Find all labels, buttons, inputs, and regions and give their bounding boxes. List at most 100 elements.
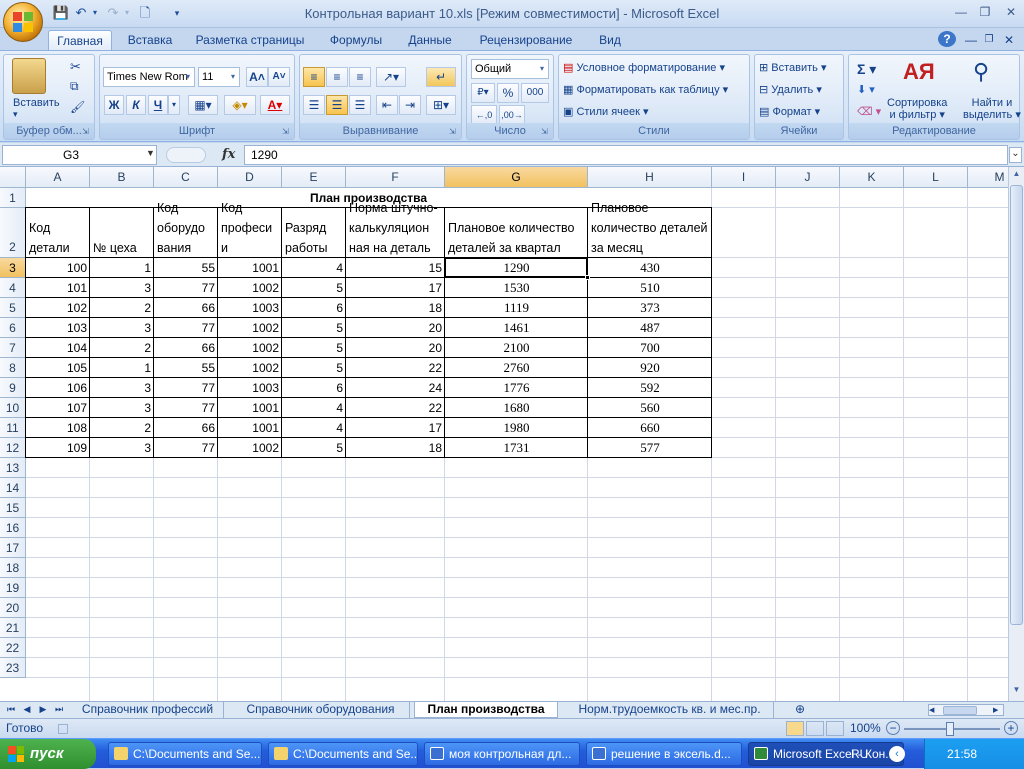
clear-icon[interactable]: ⌫ ▾ xyxy=(857,105,881,118)
conditional-format-button[interactable]: ▤ Условное форматирование ▾ xyxy=(563,61,725,74)
delete-cells-button[interactable]: ⊟ Удалить ▾ xyxy=(759,83,822,96)
align-left-icon[interactable]: ☰ xyxy=(303,95,325,115)
cell-c6[interactable]: 77 xyxy=(154,318,218,338)
tab-formulas[interactable]: Формулы xyxy=(320,30,392,50)
scroll-left-icon[interactable]: ◀ xyxy=(929,705,939,716)
column-header-a[interactable]: A xyxy=(26,167,90,188)
cell-f8[interactable]: 22 xyxy=(346,358,445,378)
scroll-down-icon[interactable]: ▼ xyxy=(1010,685,1023,697)
help-icon[interactable]: ? xyxy=(938,31,956,47)
column-header-d[interactable]: D xyxy=(218,167,282,188)
insert-cells-button[interactable]: ⊞ Вставить ▾ xyxy=(759,61,827,74)
row-header-18[interactable]: 18 xyxy=(0,558,26,578)
autosum-icon[interactable]: Σ ▾ xyxy=(857,61,876,78)
format-as-table-button[interactable]: ▦ Форматировать как таблицу ▾ xyxy=(563,83,728,96)
cell-a5[interactable]: 102 xyxy=(26,298,90,318)
cell-b6[interactable]: 3 xyxy=(90,318,154,338)
cell-g7[interactable]: 2100 xyxy=(445,338,588,358)
cell-h9[interactable]: 592 xyxy=(588,378,712,398)
row-header-9[interactable]: 9 xyxy=(0,378,26,398)
font-name-combo[interactable]: Times New Rom ▾ xyxy=(103,67,195,87)
zoom-slider-thumb[interactable] xyxy=(946,722,954,736)
taskbar-item-excel[interactable]: Microsoft Excel - Кон... xyxy=(748,742,904,766)
normal-view-icon[interactable] xyxy=(786,721,804,736)
percent-icon[interactable]: % xyxy=(497,83,519,103)
align-middle-icon[interactable]: ≡ xyxy=(326,67,348,87)
cell-b12[interactable]: 3 xyxy=(90,438,154,458)
row-header-23[interactable]: 23 xyxy=(0,658,26,678)
cell-c11[interactable]: 66 xyxy=(154,418,218,438)
cell-d8[interactable]: 1002 xyxy=(218,358,282,378)
last-sheet-icon[interactable]: ⏭ xyxy=(52,702,66,718)
orientation-icon[interactable]: ↗▾ xyxy=(376,67,406,87)
row-header-20[interactable]: 20 xyxy=(0,598,26,618)
cell-h11[interactable]: 660 xyxy=(588,418,712,438)
clipboard-launcher-icon[interactable]: ⇲ xyxy=(82,127,92,137)
cell-c3[interactable]: 55 xyxy=(154,258,218,278)
cell-f7[interactable]: 20 xyxy=(346,338,445,358)
next-sheet-icon[interactable]: ▶ xyxy=(36,702,50,718)
cell-e12[interactable]: 5 xyxy=(282,438,346,458)
select-all-corner[interactable] xyxy=(0,167,26,188)
cell-d11[interactable]: 1001 xyxy=(218,418,282,438)
cell-a11[interactable]: 108 xyxy=(26,418,90,438)
cell-a9[interactable]: 106 xyxy=(26,378,90,398)
cell-h10[interactable]: 560 xyxy=(588,398,712,418)
column-header-f[interactable]: F xyxy=(346,167,445,188)
column-header-b[interactable]: B xyxy=(90,167,154,188)
cell-d12[interactable]: 1002 xyxy=(218,438,282,458)
horizontal-scrollbar[interactable]: ◀ ▶ xyxy=(928,704,1004,716)
cell-b10[interactable]: 3 xyxy=(90,398,154,418)
column-header-e[interactable]: E xyxy=(282,167,346,188)
cut-icon[interactable]: ✂ xyxy=(70,59,81,75)
cell-f5[interactable]: 18 xyxy=(346,298,445,318)
cell-a7[interactable]: 104 xyxy=(26,338,90,358)
row-header-14[interactable]: 14 xyxy=(0,478,26,498)
row-header-1[interactable]: 1 xyxy=(0,188,26,208)
cell-g8[interactable]: 2760 xyxy=(445,358,588,378)
cell-e3[interactable]: 4 xyxy=(282,258,346,278)
cell-c10[interactable]: 77 xyxy=(154,398,218,418)
number-format-combo[interactable]: Общий ▾ xyxy=(471,59,549,79)
increase-indent-icon[interactable]: ⇥ xyxy=(399,95,421,115)
sheet-tab-labor[interactable]: Норм.трудоемкость кв. и мес.пр. xyxy=(566,702,774,718)
merge-center-icon[interactable]: ⊞▾ xyxy=(426,95,456,115)
cell-f6[interactable]: 20 xyxy=(346,318,445,338)
number-launcher-icon[interactable]: ⇲ xyxy=(541,127,551,137)
cell-f12[interactable]: 18 xyxy=(346,438,445,458)
underline-dropdown-icon[interactable]: ▾ xyxy=(168,95,180,115)
cell-h6[interactable]: 487 xyxy=(588,318,712,338)
cell-g5[interactable]: 1119 xyxy=(445,298,588,318)
row-header-4[interactable]: 4 xyxy=(0,278,26,298)
zoom-out-icon[interactable]: − xyxy=(886,721,900,735)
expand-formula-bar-icon[interactable]: ⌄ xyxy=(1009,147,1022,163)
cell-c9[interactable]: 77 xyxy=(154,378,218,398)
tray-expand-icon[interactable]: ‹ xyxy=(889,746,905,762)
column-header-h[interactable]: H xyxy=(588,167,712,188)
row-header-10[interactable]: 10 xyxy=(0,398,26,418)
grow-font-icon[interactable]: A˄ xyxy=(246,67,268,87)
close-icon[interactable]: ✕ xyxy=(998,3,1024,21)
cell-d4[interactable]: 1002 xyxy=(218,278,282,298)
cell-b4[interactable]: 3 xyxy=(90,278,154,298)
row-header-5[interactable]: 5 xyxy=(0,298,26,318)
cell-h8[interactable]: 920 xyxy=(588,358,712,378)
first-sheet-icon[interactable]: ⏮ xyxy=(4,702,18,718)
row-header-19[interactable]: 19 xyxy=(0,578,26,598)
align-right-icon[interactable]: ☰ xyxy=(349,95,371,115)
language-indicator[interactable]: RU xyxy=(851,739,868,769)
fill-color-icon[interactable]: ◈▾ xyxy=(224,95,256,115)
cell-h4[interactable]: 510 xyxy=(588,278,712,298)
cell-g6[interactable]: 1461 xyxy=(445,318,588,338)
tab-review[interactable]: Рецензирование xyxy=(470,30,582,50)
cell-b11[interactable]: 2 xyxy=(90,418,154,438)
cell-d7[interactable]: 1002 xyxy=(218,338,282,358)
ribbon-minimize-icon[interactable]: — xyxy=(964,30,978,50)
zoom-in-icon[interactable]: + xyxy=(1004,721,1018,735)
row-header-22[interactable]: 22 xyxy=(0,638,26,658)
office-button[interactable] xyxy=(3,2,43,42)
cell-g11[interactable]: 1980 xyxy=(445,418,588,438)
shrink-font-icon[interactable]: A˅ xyxy=(268,67,290,87)
fill-handle[interactable] xyxy=(585,275,590,280)
formula-input[interactable]: 1290 xyxy=(244,145,1008,165)
